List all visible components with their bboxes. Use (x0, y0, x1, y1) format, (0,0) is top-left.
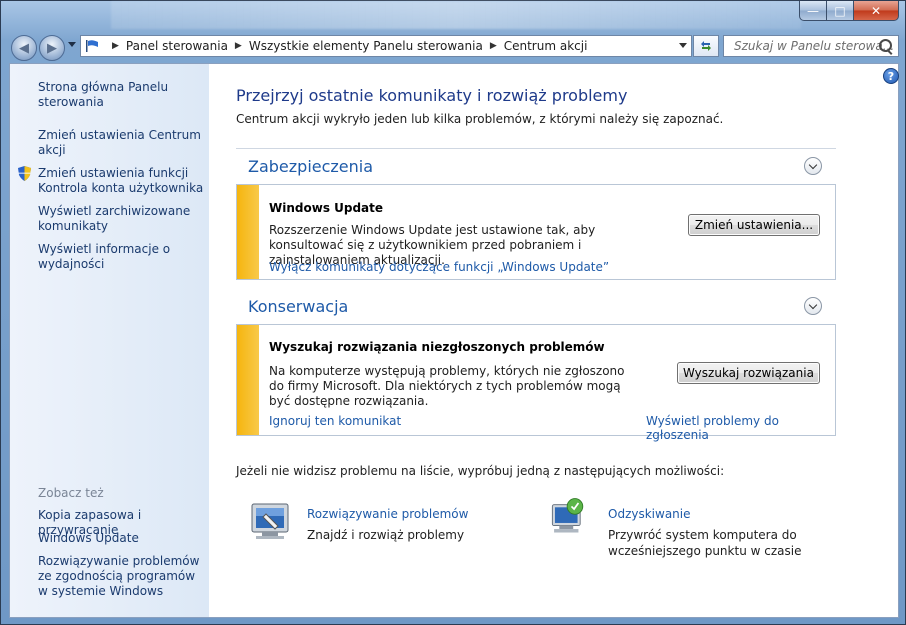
breadcrumb-item[interactable]: Panel sterowania (126, 39, 228, 53)
sidebar-link-performance-info[interactable]: Wyświetl informacje o wydajności (38, 242, 206, 272)
window-controls: — □ ✕ (799, 1, 899, 21)
security-collapse-icon[interactable] (804, 157, 822, 175)
find-solutions-button[interactable]: Wyszukaj rozwiązania (677, 362, 820, 384)
help-icon[interactable]: ? (883, 68, 899, 84)
recovery-link[interactable]: Odzyskiwanie (608, 507, 691, 521)
change-settings-button[interactable]: Zmień ustawienia... (688, 214, 820, 236)
message-title: Wyszukaj rozwiązania niezgłoszonych prob… (269, 340, 605, 354)
navigation-bar: ◀ ▶ ▶ Panel sterowania ▶ Wszystkie eleme… (1, 31, 905, 63)
message-text: Na komputerze występują problemy, któryc… (269, 364, 625, 408)
recovery-icon[interactable] (546, 496, 590, 536)
troubleshoot-icon[interactable] (248, 502, 292, 542)
title-bar[interactable]: — □ ✕ (1, 1, 905, 29)
chevron-right-icon[interactable]: ▶ (490, 41, 497, 51)
security-section: Zabezpieczenia Windows Update Rozszerzen… (236, 148, 836, 280)
recent-pages-dropdown-icon[interactable] (68, 42, 76, 47)
maximize-button[interactable]: □ (827, 1, 854, 21)
aero-glass (111, 1, 801, 29)
alternatives-hint: Jeżeli nie widzisz problemu na liście, w… (236, 464, 725, 478)
sidebar-link-uac-settings[interactable]: Zmień ustawienia funkcji Kontrola konta … (38, 166, 206, 196)
flag-icon (86, 40, 98, 52)
close-button[interactable]: ✕ (854, 1, 899, 21)
recovery-desc: Przywróć system komputera do wcześniejsz… (608, 528, 802, 558)
chevron-right-icon[interactable]: ▶ (112, 41, 119, 51)
search-input[interactable]: Szukaj w Panelu sterowa... (723, 35, 899, 57)
main-panel: Przejrzyj ostatnie komunikaty i rozwiąż … (210, 64, 898, 617)
security-section-title[interactable]: Zabezpieczenia (248, 157, 373, 176)
page-title: Przejrzyj ostatnie komunikaty i rozwiąż … (236, 86, 628, 105)
refresh-button[interactable] (693, 35, 719, 57)
window: — □ ✕ ◀ ▶ ▶ Panel sterowania ▶ Wszystkie… (0, 0, 906, 625)
sidebar: Strona główna Panelu sterowania Zmień us… (10, 64, 209, 617)
sidebar-link-windows-update[interactable]: Windows Update (38, 531, 206, 546)
search-placeholder: Szukaj w Panelu sterowa... (734, 39, 895, 53)
message-title: Windows Update (269, 201, 384, 215)
uac-shield-icon (18, 166, 31, 181)
back-button[interactable]: ◀ (11, 35, 37, 61)
see-also-label: Zobacz też (38, 486, 104, 500)
warning-color-bar (237, 185, 259, 279)
section-divider (236, 148, 836, 149)
warning-color-bar (237, 325, 259, 435)
search-icon[interactable] (879, 39, 892, 52)
breadcrumb: ▶ Panel sterowania ▶ Wszystkie elementy … (105, 39, 587, 53)
address-bar[interactable]: ▶ Panel sterowania ▶ Wszystkie elementy … (80, 35, 692, 57)
maintenance-collapse-icon[interactable] (804, 297, 822, 315)
find-solutions-message: Wyszukaj rozwiązania niezgłoszonych prob… (236, 324, 836, 442)
maintenance-section-title[interactable]: Konserwacja (248, 297, 348, 316)
windows-update-message: Windows Update Rozszerzenie Windows Upda… (236, 184, 836, 280)
page-subtitle: Centrum akcji wykryło jeden lub kilka pr… (236, 112, 724, 126)
forward-button[interactable]: ▶ (39, 35, 65, 61)
sidebar-link-compat-troubleshooter[interactable]: Rozwiązywanie problemów ze zgodnością pr… (38, 554, 206, 599)
maintenance-section: Konserwacja Wyszukaj rozwiązania niezgło… (236, 288, 836, 442)
refresh-icon (701, 41, 711, 51)
chevron-right-icon[interactable]: ▶ (235, 41, 242, 51)
ignore-message-link[interactable]: Ignoruj ten komunikat (269, 414, 401, 428)
content-area: Strona główna Panelu sterowania Zmień us… (9, 63, 899, 618)
troubleshooting-link[interactable]: Rozwiązywanie problemów (307, 507, 468, 521)
address-dropdown-icon[interactable] (679, 43, 687, 48)
disable-windows-update-messages-link[interactable]: Wyłącz komunikaty dotyczące funkcji „Win… (269, 260, 609, 274)
sidebar-link-control-panel-home[interactable]: Strona główna Panelu sterowania (38, 80, 206, 110)
minimize-button[interactable]: — (799, 1, 827, 21)
sidebar-link-archived-messages[interactable]: Wyświetl zarchiwizowane komunikaty (38, 204, 206, 234)
breadcrumb-item[interactable]: Wszystkie elementy Panelu sterowania (249, 39, 483, 53)
sidebar-link-action-center-settings[interactable]: Zmień ustawienia Centrum akcji (38, 128, 206, 158)
view-problems-link[interactable]: Wyświetl problemy do zgłoszenia (646, 414, 835, 442)
troubleshooting-desc: Znajdź i rozwiąż problemy (307, 528, 465, 542)
breadcrumb-item[interactable]: Centrum akcji (504, 39, 588, 53)
